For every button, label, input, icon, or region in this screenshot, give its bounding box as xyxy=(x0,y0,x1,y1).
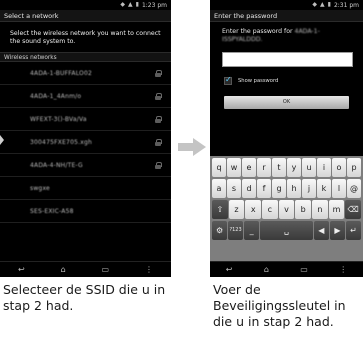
network-name: SES-EXIC-A58 xyxy=(30,207,74,215)
key[interactable]: o xyxy=(332,158,346,177)
shift-key[interactable]: ⇧ xyxy=(212,200,228,219)
network-name: 4ADA-4-NH/TE-G xyxy=(30,161,83,169)
key[interactable]: v xyxy=(278,200,295,219)
network-item[interactable]: WFEXT-3()-BVa/Va xyxy=(0,108,171,131)
network-name: 4ADA-1_4Anm/o xyxy=(30,92,82,100)
status-time: 1:23 pm xyxy=(141,1,167,9)
key[interactable]: j xyxy=(302,179,316,198)
keyboard-row-2: a s d f g h j k l @ xyxy=(212,179,361,198)
key[interactable]: m xyxy=(328,200,345,219)
lock-icon xyxy=(155,69,162,77)
signal-icon: ▲ xyxy=(128,1,133,8)
menu-icon[interactable]: ⋮ xyxy=(145,265,153,274)
key[interactable]: n xyxy=(312,200,328,219)
keyboard-row-1: q w e r t y u i o p xyxy=(212,158,361,177)
home-icon[interactable]: ⌂ xyxy=(61,265,66,274)
battery-icon: ▮ xyxy=(327,1,331,8)
ok-button[interactable]: OK xyxy=(224,96,349,109)
show-password-row[interactable]: Show password xyxy=(224,75,363,87)
network-item[interactable]: 4ADA-4-NH/TE-G xyxy=(0,154,171,177)
lock-icon xyxy=(155,115,162,123)
settings-key[interactable]: ⚙ xyxy=(212,221,228,240)
status-bar: ◆ ▲ ▮ 1:23 pm xyxy=(0,0,171,10)
space-key[interactable]: ␣ xyxy=(260,221,313,240)
network-item[interactable]: 4ADA-1-BUFFALO02 xyxy=(0,62,171,85)
key[interactable]: y xyxy=(287,158,301,177)
signal-icon: ▲ xyxy=(320,1,325,8)
key[interactable]: x xyxy=(245,200,262,219)
navigation-bar: ↩ ⌂ ▭ ⋮ xyxy=(210,261,363,277)
page-title: Select a network xyxy=(0,10,171,22)
status-time: 2:31 pm xyxy=(333,1,359,9)
network-name: swgxe xyxy=(30,184,50,192)
key[interactable]: h xyxy=(287,179,301,198)
right-arrow-icon xyxy=(178,138,206,156)
key[interactable]: g xyxy=(272,179,286,198)
key[interactable]: r xyxy=(257,158,271,177)
password-prompt: Enter the password for 4ADA-1-ISSPYALDDD… xyxy=(210,22,363,48)
key[interactable]: l xyxy=(332,179,346,198)
key[interactable]: e xyxy=(242,158,256,177)
on-screen-keyboard: q w e r t y u i o p a s d f g h j k l @ … xyxy=(210,156,363,261)
network-item[interactable]: 300475FXE705.xgh xyxy=(0,131,171,154)
network-name: 4ADA-1-BUFFALO02 xyxy=(30,69,92,77)
caption-left: Selecteer de SSID die u in stap 2 had. xyxy=(3,282,166,313)
page-title: Enter the password xyxy=(210,10,363,22)
key[interactable]: k xyxy=(317,179,331,198)
key[interactable]: s xyxy=(227,179,241,198)
backspace-key[interactable]: ⌫ xyxy=(345,200,362,219)
cursor-right-key[interactable]: ▶ xyxy=(329,221,345,240)
key[interactable]: z xyxy=(228,200,245,219)
password-prompt-text: Enter the password for xyxy=(222,28,293,35)
key[interactable]: w xyxy=(227,158,241,177)
network-list: 4ADA-1-BUFFALO02 4ADA-1_4Anm/o WFEXT-3()… xyxy=(0,62,171,223)
network-select-screen: ◆ ▲ ▮ 1:23 pm Select a network Select th… xyxy=(0,0,171,277)
key[interactable]: f xyxy=(257,179,271,198)
network-item[interactable]: swgxe xyxy=(0,177,171,200)
keyboard-row-3: ⇧ z x c v b n m ⌫ xyxy=(212,200,362,219)
wifi-status-icon: ◆ xyxy=(312,1,318,8)
cursor-left-key[interactable]: ◀ xyxy=(313,221,329,240)
enter-key[interactable]: ↵ xyxy=(345,221,361,240)
key[interactable]: @ xyxy=(347,179,361,198)
back-icon[interactable]: ↩ xyxy=(18,265,25,274)
lock-icon xyxy=(155,161,162,169)
caption-right: Voer de Beveiligingssleutel in die u in … xyxy=(213,282,346,329)
navigation-bar: ↩ ⌂ ▭ ⋮ xyxy=(0,261,171,277)
recent-apps-icon[interactable]: ▭ xyxy=(102,265,110,274)
key[interactable]: p xyxy=(347,158,361,177)
key[interactable]: b xyxy=(295,200,312,219)
symbols-key[interactable]: ?123 xyxy=(228,221,244,240)
key[interactable]: q xyxy=(212,158,226,177)
partial-arrow-icon xyxy=(0,135,4,145)
key[interactable]: u xyxy=(302,158,316,177)
key[interactable]: c xyxy=(262,200,278,219)
underscore-key[interactable]: _ xyxy=(244,221,260,240)
lock-icon xyxy=(155,138,162,146)
network-name: WFEXT-3()-BVa/Va xyxy=(30,115,87,123)
home-icon[interactable]: ⌂ xyxy=(264,265,269,274)
lock-icon xyxy=(155,92,162,100)
network-item[interactable]: 4ADA-1_4Anm/o xyxy=(0,85,171,108)
menu-icon[interactable]: ⋮ xyxy=(339,265,347,274)
password-entry-screen: ◆ ▲ ▮ 2:31 pm Enter the password Enter t… xyxy=(210,0,363,277)
network-name: 300475FXE705.xgh xyxy=(30,138,92,146)
key[interactable]: i xyxy=(317,158,331,177)
section-header: Wireless networks xyxy=(0,52,171,62)
show-password-checkbox[interactable] xyxy=(224,75,232,85)
show-password-label: Show password xyxy=(238,78,279,84)
status-bar: ◆ ▲ ▮ 2:31 pm xyxy=(210,0,363,10)
battery-icon: ▮ xyxy=(135,1,139,8)
instruction-text: Select the wireless network you want to … xyxy=(10,30,161,45)
keyboard-row-4: ⚙ ?123 _ ␣ ◀ ▶ ↵ xyxy=(212,221,361,240)
back-icon[interactable]: ↩ xyxy=(226,265,233,274)
wifi-status-icon: ◆ xyxy=(120,1,126,8)
key[interactable]: a xyxy=(212,179,226,198)
key[interactable]: d xyxy=(242,179,256,198)
key[interactable]: t xyxy=(272,158,286,177)
password-input[interactable] xyxy=(222,52,353,67)
recent-apps-icon[interactable]: ▭ xyxy=(300,265,308,274)
network-item[interactable]: SES-EXIC-A58 xyxy=(0,200,171,223)
